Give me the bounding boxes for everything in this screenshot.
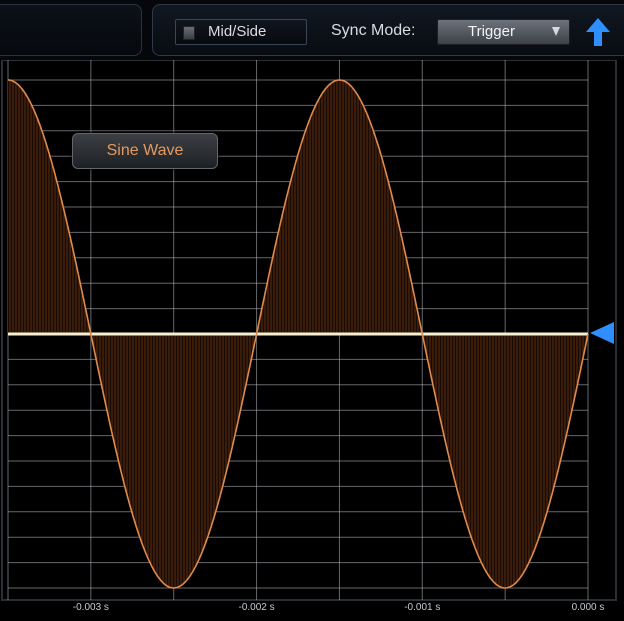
toolbar-left-panel xyxy=(0,4,142,56)
waveform-label-badge[interactable]: Sine Wave xyxy=(72,133,218,169)
x-tick-label: -0.003 s xyxy=(72,602,109,613)
oscilloscope-window: Mid/Side Sync Mode: Trigger Sine Wave -0… xyxy=(0,0,624,621)
x-tick-label: -0.002 s xyxy=(238,602,275,613)
triangle-left-icon[interactable] xyxy=(590,322,614,344)
midside-label: Mid/Side xyxy=(208,23,267,40)
x-tick-label: 0.000 s xyxy=(571,602,605,613)
midside-toggle-button[interactable]: Mid/Side xyxy=(175,19,307,45)
toolbar: Mid/Side Sync Mode: Trigger xyxy=(0,0,624,60)
sync-mode-dropdown[interactable]: Trigger xyxy=(437,19,570,45)
sync-mode-label: Sync Mode: xyxy=(331,22,416,39)
arrow-up-icon[interactable] xyxy=(584,16,612,48)
waveform-label: Sine Wave xyxy=(106,142,184,159)
checkbox-led-icon xyxy=(183,26,195,40)
x-tick-label: -0.001 s xyxy=(404,602,441,613)
chevron-down-icon xyxy=(552,27,560,36)
sync-mode-value: Trigger xyxy=(468,23,515,40)
